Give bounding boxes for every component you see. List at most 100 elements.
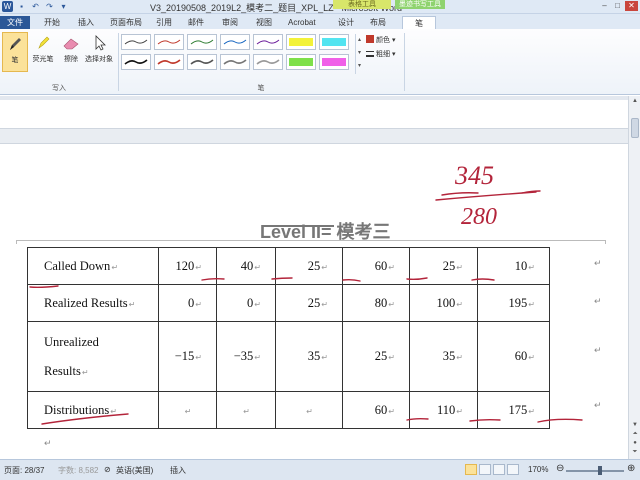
zoom-slider[interactable] (566, 470, 624, 472)
tab-references[interactable]: 引用 (152, 16, 176, 29)
row-label-cell[interactable]: Distributions↵ (27, 391, 159, 429)
pen-tool-button[interactable]: 笔 (2, 32, 28, 72)
document-page[interactable]: Level II= 模考三 Called Down↵ 120↵ 40↵ 25↵ … (0, 100, 628, 455)
eraser-tool-label: 擦除 (64, 56, 78, 63)
tab-view[interactable]: 视图 (252, 16, 276, 29)
zoom-level[interactable]: 170% (528, 465, 548, 474)
tab-file[interactable]: 文件 (0, 16, 30, 29)
table-cell[interactable]: ↵ (158, 391, 217, 429)
pen-style-swatch[interactable] (253, 34, 283, 50)
row-label-cell[interactable]: Realized Results↵ (27, 284, 159, 322)
table-cell[interactable]: 10↵ (477, 247, 550, 285)
undo-icon[interactable]: ↶ (30, 1, 41, 12)
table-cell[interactable]: 0↵ (158, 284, 217, 322)
full-screen-reading-view-button[interactable] (479, 464, 491, 475)
table-cell[interactable]: 80↵ (342, 284, 410, 322)
table-cell[interactable]: ↵ (275, 391, 343, 429)
row-label-line: Results (44, 363, 81, 378)
zoom-slider-thumb[interactable] (598, 466, 602, 475)
highlighter-tool-label: 荧光笔 (32, 56, 54, 63)
tab-layout[interactable]: 布局 (366, 16, 390, 29)
table-cell[interactable]: 195↵ (477, 284, 550, 322)
pen-style-swatch[interactable] (253, 54, 283, 70)
table-cell[interactable]: −15↵ (158, 321, 217, 392)
outline-view-button[interactable] (507, 464, 519, 475)
eraser-tool-button[interactable]: 擦除 (58, 32, 84, 72)
pen-style-swatch[interactable] (220, 54, 250, 70)
scroll-up-icon[interactable]: ▲ (629, 96, 640, 106)
zoom-out-icon[interactable]: ⊖ (556, 463, 564, 474)
row-end-mark: ↵ (594, 400, 602, 410)
tab-home[interactable]: 开始 (40, 16, 64, 29)
close-icon[interactable]: ✕ (625, 1, 638, 11)
table-row: Unrealized Results↵ −15↵ −35↵ 35↵ 25↵ 35↵… (27, 321, 550, 392)
redo-icon[interactable]: ↷ (44, 1, 55, 12)
next-page-icon[interactable]: ⏷ (629, 448, 640, 457)
highlighter-tool-button[interactable]: 荧光笔 (30, 32, 56, 72)
table-cell[interactable]: 40↵ (216, 247, 276, 285)
web-layout-view-button[interactable] (493, 464, 505, 475)
scroll-down-icon[interactable]: ▼ (629, 421, 640, 430)
ink-color-button[interactable]: 颜色 ▾ (366, 35, 395, 45)
insert-mode-status[interactable]: 插入 (170, 465, 186, 476)
ribbon-group-separator (404, 33, 405, 91)
language-status[interactable]: 英语(美国) (116, 465, 153, 476)
tab-design[interactable]: 设计 (334, 16, 358, 29)
results-table[interactable]: Called Down↵ 120↵ 40↵ 25↵ 60↵ 25↵ 10↵ Re… (27, 247, 550, 429)
table-cell[interactable]: 110↵ (409, 391, 478, 429)
customize-qat-icon[interactable]: ▾ (58, 1, 69, 12)
ink-color-icon (366, 35, 374, 43)
table-cell[interactable]: −35↵ (216, 321, 276, 392)
table-cell[interactable]: 35↵ (409, 321, 478, 392)
table-cell[interactable]: 25↵ (342, 321, 410, 392)
ink-weight-button[interactable]: 粗细 ▾ (366, 49, 395, 59)
table-cell[interactable]: 25↵ (409, 247, 478, 285)
print-layout-view-button[interactable] (465, 464, 477, 475)
browse-object-icon[interactable]: ● (629, 439, 640, 448)
table-cell[interactable]: 60↵ (342, 247, 410, 285)
pen-style-swatch[interactable] (154, 54, 184, 70)
tab-insert[interactable]: 插入 (74, 16, 98, 29)
pen-style-swatch[interactable] (319, 34, 349, 50)
table-cell[interactable]: 25↵ (275, 284, 343, 322)
pen-style-swatch[interactable] (121, 54, 151, 70)
scroll-thumb[interactable] (631, 118, 639, 138)
row-label-cell[interactable]: Called Down↵ (27, 247, 159, 285)
row-end-mark: ↵ (594, 296, 602, 306)
table-cell[interactable]: 35↵ (275, 321, 343, 392)
table-cell[interactable]: 25↵ (275, 247, 343, 285)
pen-style-swatch[interactable] (187, 34, 217, 50)
maximize-icon[interactable]: □ (612, 1, 623, 11)
zoom-in-icon[interactable]: ⊕ (627, 463, 635, 474)
word-count-status[interactable]: 字数: 8,582 (58, 465, 98, 476)
tab-review[interactable]: 审阅 (218, 16, 242, 29)
tab-page-layout[interactable]: 页面布局 (106, 16, 146, 29)
pen-style-swatch[interactable] (220, 34, 250, 50)
pen-style-swatch[interactable] (286, 54, 316, 70)
tab-mailings[interactable]: 邮件 (184, 16, 208, 29)
pen-group-label: 笔 (257, 85, 265, 92)
pen-style-swatch[interactable] (319, 54, 349, 70)
minimize-icon[interactable]: – (599, 1, 610, 11)
table-cell[interactable]: 120↵ (158, 247, 217, 285)
page-count-status[interactable]: 页面: 28/37 (4, 465, 44, 476)
table-cell[interactable]: 175↵ (477, 391, 550, 429)
pen-style-swatch[interactable] (154, 34, 184, 50)
proofing-icon[interactable]: ⊘ (104, 465, 111, 474)
table-cell[interactable]: 60↵ (342, 391, 410, 429)
select-objects-button[interactable]: 选择对象 (84, 32, 114, 72)
table-cell[interactable]: 60↵ (477, 321, 550, 392)
tab-acrobat[interactable]: Acrobat (284, 16, 320, 29)
save-icon[interactable]: ▪ (16, 1, 27, 12)
table-cell[interactable]: ↵ (216, 391, 276, 429)
vertical-scrollbar[interactable]: ▲ ▼ ⏶ ● ⏷ (628, 96, 640, 459)
pen-style-swatch[interactable] (121, 34, 151, 50)
pen-style-swatch[interactable] (286, 34, 316, 50)
table-cell[interactable]: 100↵ (409, 284, 478, 322)
row-label-cell[interactable]: Unrealized Results↵ (27, 321, 159, 392)
previous-page-icon[interactable]: ⏶ (629, 430, 640, 439)
pen-gallery-scroller[interactable]: ▴ ▾ ▾ (355, 34, 363, 74)
tab-pens[interactable]: 笔 (402, 16, 436, 29)
pen-style-swatch[interactable] (187, 54, 217, 70)
table-cell[interactable]: 0↵ (216, 284, 276, 322)
